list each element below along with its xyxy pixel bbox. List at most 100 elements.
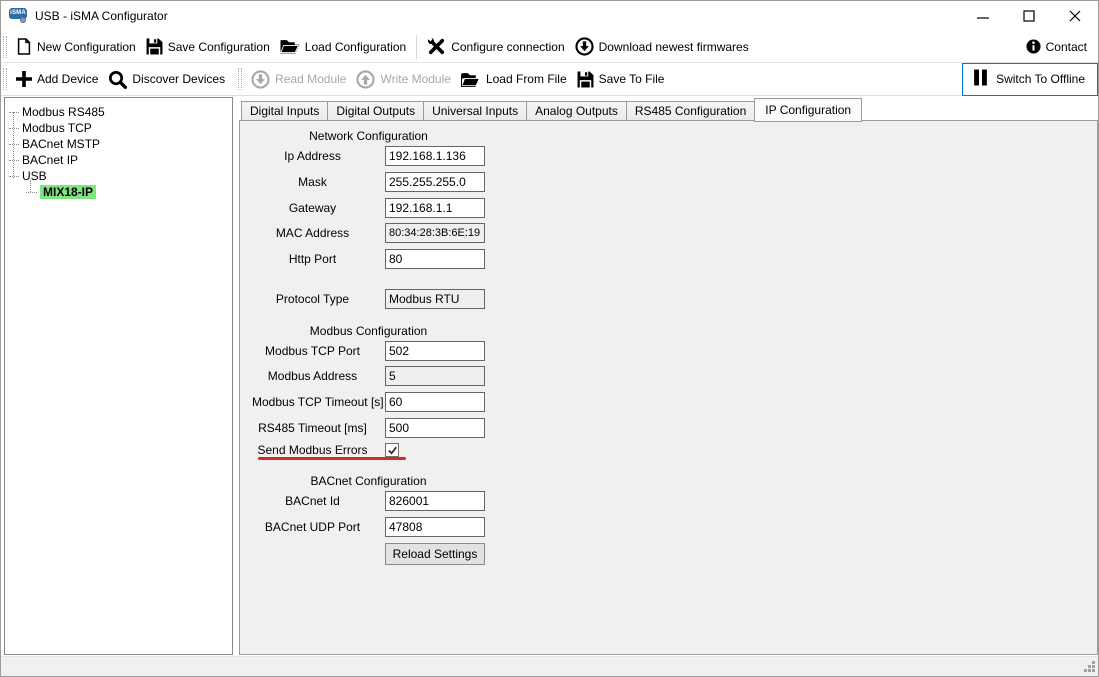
ip-address-row: Ip Address: [252, 146, 485, 166]
tree-item-modbus-tcp[interactable]: Modbus TCP: [5, 120, 232, 136]
tree-item-bacnet-mstp[interactable]: BACnet MSTP: [5, 136, 232, 152]
tab-ip-configuration[interactable]: IP Configuration: [754, 98, 862, 122]
protocol-type-field: [385, 289, 485, 309]
tools-icon: [427, 37, 446, 56]
bacnet-udp-port-field[interactable]: [385, 517, 485, 537]
bacnet-udp-port-row: BACnet UDP Port: [252, 517, 485, 537]
modbus-tcp-timeout-label: Modbus TCP Timeout [s]: [252, 395, 373, 409]
save-floppy-icon: [146, 38, 163, 55]
tree-item-modbus-rs485[interactable]: Modbus RS485: [5, 104, 232, 120]
send-modbus-errors-label: Send Modbus Errors: [252, 443, 373, 457]
rs485-timeout-row: RS485 Timeout [ms]: [252, 418, 485, 438]
rs485-timeout-field[interactable]: [385, 418, 485, 438]
minimize-icon[interactable]: [960, 1, 1006, 31]
mask-row: Mask: [252, 172, 485, 192]
new-document-icon: [16, 38, 32, 55]
protocol-type-row: Protocol Type: [252, 289, 485, 309]
plus-icon: [16, 71, 32, 87]
status-bar: [1, 656, 1098, 677]
tab-rs485-configuration[interactable]: RS485 Configuration: [627, 101, 755, 121]
send-modbus-errors-row: Send Modbus Errors: [252, 443, 399, 457]
add-device-button[interactable]: Add Device: [11, 65, 103, 93]
close-icon[interactable]: [1052, 1, 1098, 31]
read-module-label: Read Module: [275, 72, 346, 86]
ip-address-field[interactable]: [385, 146, 485, 166]
send-modbus-errors-checkbox[interactable]: [385, 443, 399, 457]
load-from-file-button[interactable]: Load From File: [456, 65, 572, 93]
modbus-tcp-timeout-field[interactable]: [385, 392, 485, 412]
write-module-label: Write Module: [380, 72, 450, 86]
resize-grip[interactable]: [1083, 660, 1096, 676]
red-underline-annotation: [258, 457, 406, 460]
configure-connection-button[interactable]: Configure connection: [422, 33, 569, 61]
tree-item-mix18-ip-selected[interactable]: MIX18-IP: [5, 184, 232, 200]
switch-to-offline-label: Switch To Offline: [996, 72, 1085, 86]
contact-button[interactable]: Contact: [1021, 33, 1092, 61]
download-firmwares-button[interactable]: Download newest firmwares: [570, 33, 754, 61]
write-module-button[interactable]: Write Module: [351, 65, 455, 93]
tab-digital-outputs[interactable]: Digital Outputs: [328, 101, 424, 121]
circle-download-icon: [575, 37, 594, 56]
open-folder-icon: [461, 72, 481, 87]
mask-field[interactable]: [385, 172, 485, 192]
bacnet-id-field[interactable]: [385, 491, 485, 511]
gateway-label: Gateway: [252, 201, 373, 215]
circle-down-arrow-icon: [251, 70, 270, 89]
open-folder-icon: [280, 39, 300, 54]
modbus-tcp-timeout-row: Modbus TCP Timeout [s]: [252, 392, 485, 412]
http-port-field[interactable]: [385, 249, 485, 269]
modbus-configuration-header: Modbus Configuration: [252, 324, 485, 338]
tree-item-usb[interactable]: USB: [5, 168, 232, 184]
load-configuration-button[interactable]: Load Configuration: [275, 33, 411, 61]
mask-label: Mask: [252, 175, 373, 189]
modbus-address-row: Modbus Address: [252, 366, 485, 386]
load-from-file-label: Load From File: [486, 72, 567, 86]
device-tree-panel: Modbus RS485 Modbus TCP BACnet MSTP BACn…: [4, 97, 233, 655]
add-device-label: Add Device: [37, 72, 98, 86]
save-to-file-button[interactable]: Save To File: [572, 65, 670, 93]
toolbar-grip: [238, 68, 242, 90]
bacnet-configuration-header: BACnet Configuration: [252, 474, 485, 488]
new-configuration-label: New Configuration: [37, 40, 136, 54]
modbus-tcp-port-row: Modbus TCP Port: [252, 341, 485, 361]
mac-address-field: [385, 223, 485, 243]
maximize-icon[interactable]: [1006, 1, 1052, 31]
gateway-field[interactable]: [385, 198, 485, 218]
new-configuration-button[interactable]: New Configuration: [11, 33, 141, 61]
save-floppy-icon: [577, 71, 594, 88]
app-window: iSMA USB - iSMA Configurator New Configu…: [0, 0, 1099, 677]
modbus-tcp-port-field[interactable]: [385, 341, 485, 361]
read-module-button[interactable]: Read Module: [246, 65, 351, 93]
tab-digital-inputs[interactable]: Digital Inputs: [241, 101, 328, 121]
toolbar-grip: [3, 36, 7, 58]
tab-analog-outputs[interactable]: Analog Outputs: [527, 101, 627, 121]
modbus-address-label: Modbus Address: [252, 369, 373, 383]
modbus-address-field: [385, 366, 485, 386]
check-icon: [387, 445, 398, 456]
network-configuration-header: Network Configuration: [252, 129, 485, 143]
pause-icon: [973, 69, 988, 89]
save-configuration-button[interactable]: Save Configuration: [141, 33, 275, 61]
module-tabs: Digital Inputs Digital Outputs Universal…: [241, 97, 862, 121]
toolbar-separator: [416, 35, 417, 59]
reload-settings-button[interactable]: Reload Settings: [385, 543, 485, 565]
rs485-timeout-label: RS485 Timeout [ms]: [252, 421, 373, 435]
app-logo-icon: iSMA: [9, 8, 29, 24]
tree-item-bacnet-ip[interactable]: BACnet IP: [5, 152, 232, 168]
ip-address-label: Ip Address: [252, 149, 373, 163]
window-title: USB - iSMA Configurator: [35, 9, 168, 23]
info-icon: [1026, 39, 1041, 54]
toolbar-grip: [3, 68, 7, 90]
tab-universal-inputs[interactable]: Universal Inputs: [424, 101, 527, 121]
circle-up-arrow-icon: [356, 70, 375, 89]
http-port-row: Http Port: [252, 249, 485, 269]
device-toolbar: Add Device Discover Devices Read Module …: [1, 63, 1098, 96]
save-to-file-label: Save To File: [599, 72, 665, 86]
download-firmwares-label: Download newest firmwares: [599, 40, 749, 54]
main-toolbar: New Configuration Save Configuration Loa…: [1, 31, 1098, 63]
discover-devices-label: Discover Devices: [132, 72, 225, 86]
switch-to-offline-button[interactable]: Switch To Offline: [962, 63, 1098, 96]
mac-address-row: MAC Address: [252, 223, 485, 243]
http-port-label: Http Port: [252, 252, 373, 266]
discover-devices-button[interactable]: Discover Devices: [103, 65, 230, 93]
